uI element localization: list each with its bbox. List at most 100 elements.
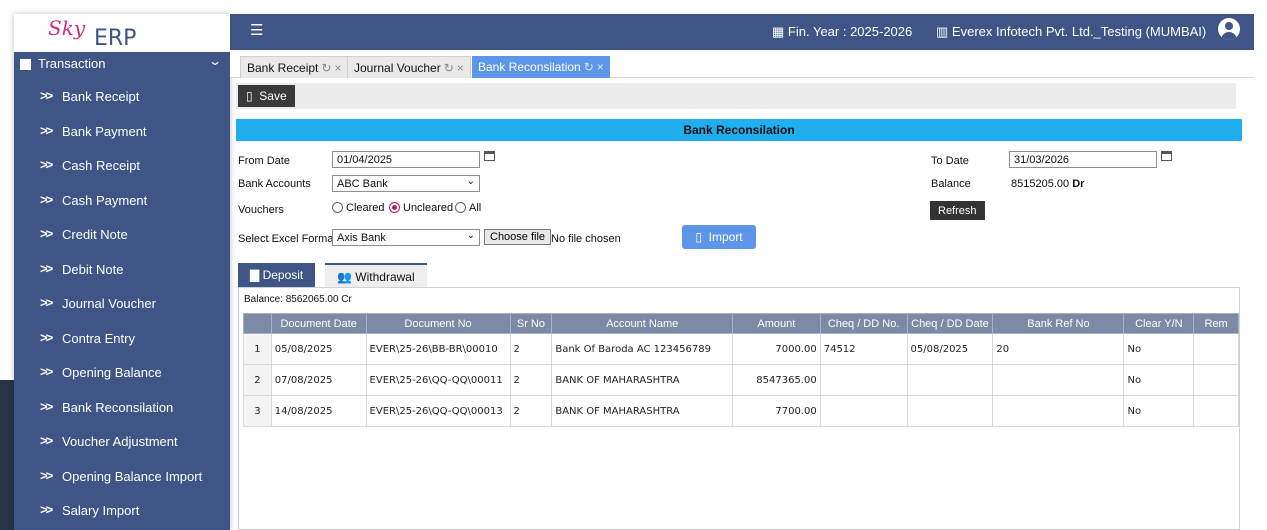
tab-strip: Bank Receipt ↻ × Journal Voucher ↻ × Bank Re… [230, 50, 1254, 78]
user-avatar-icon[interactable] [1218, 18, 1240, 40]
sidebar-item-label: Bank Payment [62, 123, 147, 139]
close-icon[interactable]: × [597, 60, 604, 74]
cell-cheq-date[interactable] [906, 364, 994, 396]
cell-account[interactable]: Bank Of Baroda AC 123456789 [551, 333, 733, 365]
excel-format-select[interactable]: Axis Bank ⌄ [332, 229, 480, 246]
sidebar-item-cash-receipt[interactable]: >> Cash Receipt [14, 153, 230, 179]
cell-amount[interactable]: 8547365.00 [732, 364, 821, 396]
cell-doc-no[interactable]: EVER\25-26\BB-BR\00010 [365, 333, 511, 365]
cell-cheq-no[interactable] [819, 364, 908, 396]
cell-idx[interactable]: 1 [243, 333, 272, 365]
cell-doc-date[interactable]: 07/08/2025 [270, 364, 367, 396]
cell-account[interactable]: BANK OF MAHARASHTRA [551, 395, 733, 427]
column-header[interactable]: Amount [732, 313, 821, 334]
column-header[interactable]: Document Date [270, 313, 367, 334]
cell-idx[interactable]: 2 [243, 364, 272, 396]
radio-all[interactable] [455, 202, 466, 213]
cell-doc-no[interactable]: EVER\25-26\QQ-QQ\00011 [365, 364, 511, 396]
refresh-icon[interactable]: ↻ [444, 61, 454, 75]
company[interactable]: ▥ Everex Infotech Pvt. Ltd._Testing (MUM… [936, 24, 1206, 40]
cell-amount[interactable]: 7000.00 [732, 333, 821, 365]
cell-bank-ref[interactable] [992, 364, 1125, 396]
sidebar-section-transaction[interactable]: Transaction ⌄ [14, 52, 230, 72]
tab-bank-reconsilation[interactable]: Bank Reconsilation ↻ × [472, 56, 610, 78]
sidebar-item-voucher-adjustment[interactable]: >> Voucher Adjustment [14, 429, 230, 455]
cell-cheq-no[interactable] [819, 395, 908, 427]
cell-sr-no[interactable]: 2 [509, 364, 553, 396]
column-header[interactable]: Rem [1193, 313, 1239, 334]
cell-cheq-no[interactable]: 74512 [819, 333, 908, 365]
cell-rem[interactable] [1193, 395, 1239, 427]
sidebar-item-debit-note[interactable]: >> Debit Note [14, 257, 230, 283]
sidebar-item-opening-balance-import[interactable]: >> Opening Balance Import [14, 464, 230, 490]
column-header[interactable]: Document No [365, 313, 511, 334]
calendar-icon[interactable] [484, 151, 495, 161]
to-date-input[interactable]: 31/03/2026 [1009, 151, 1157, 168]
cell-sr-no[interactable]: 2 [509, 395, 553, 427]
column-header[interactable]: Cheq / DD Date [906, 313, 994, 334]
radio-cleared[interactable] [332, 202, 343, 213]
sidebar-item-salary-import[interactable]: >> Salary Import [14, 498, 230, 524]
choose-file-button[interactable]: Choose file [484, 229, 552, 245]
table-row[interactable]: 3 14/08/2025 EVER\25-26\QQ-QQ\00013 2 BANK O… [243, 395, 1239, 427]
cell-clear[interactable]: No [1123, 333, 1195, 365]
cell-clear[interactable]: No [1123, 395, 1195, 427]
tab-bank-receipt[interactable]: Bank Receipt ↻ × [240, 56, 349, 78]
cell-bank-ref[interactable] [992, 395, 1125, 427]
sidebar-item-contra-entry[interactable]: >> Contra Entry [14, 326, 230, 352]
sidebar-item-label: Cash Payment [62, 192, 148, 208]
from-date-input[interactable]: 01/04/2025 [332, 151, 480, 168]
sidebar-item-bank-receipt[interactable]: >> Bank Receipt [14, 84, 230, 110]
tab-deposit[interactable]: ▇ Deposit [238, 263, 316, 287]
column-header[interactable]: Account Name [551, 313, 733, 334]
bank-accounts-select[interactable]: ABC Bank ⌄ [332, 175, 480, 192]
sidebar-item-cash-payment[interactable]: >> Cash Payment [14, 188, 230, 214]
cell-cheq-date[interactable] [906, 395, 994, 427]
double-chevron-right-icon: >> [40, 157, 53, 172]
app-logo[interactable]: Sky ERP [14, 14, 230, 52]
table-row[interactable]: 1 05/08/2025 EVER\25-26\BB-BR\00010 2 Bank O… [243, 333, 1239, 365]
radio-uncleared[interactable] [389, 202, 400, 213]
building-icon: ▥ [936, 24, 949, 39]
tab-withdrawal[interactable]: 👥 Withdrawal [325, 263, 427, 287]
save-icon: ▯ [246, 89, 253, 103]
sidebar-item-bank-payment[interactable]: >> Bank Payment [14, 119, 230, 145]
cell-rem[interactable] [1193, 364, 1239, 396]
fin-year[interactable]: ▦ Fin. Year : 2025-2026 [772, 24, 912, 40]
sidebar-item-bank-reconsilation[interactable]: >> Bank Reconsilation [14, 395, 230, 421]
calendar-icon[interactable] [1161, 151, 1172, 161]
hamburger-menu-icon[interactable]: ☰ [250, 21, 263, 39]
cell-account[interactable]: BANK OF MAHARASHTRA [551, 364, 733, 396]
cell-sr-no[interactable]: 2 [509, 333, 553, 365]
cell-idx[interactable]: 3 [243, 395, 272, 427]
table-row[interactable]: 2 07/08/2025 EVER\25-26\QQ-QQ\00011 2 BANK O… [243, 364, 1239, 396]
refresh-button[interactable]: Refresh [930, 201, 985, 220]
column-header[interactable]: Bank Ref No [992, 313, 1125, 334]
cell-rem[interactable] [1193, 333, 1239, 365]
column-header[interactable]: Cheq / DD No. [819, 313, 908, 334]
column-header[interactable] [243, 313, 272, 334]
cell-doc-date[interactable]: 05/08/2025 [270, 333, 367, 365]
sidebar-item-opening-balance[interactable]: >> Opening Balance [14, 360, 230, 386]
cell-clear[interactable]: No [1123, 364, 1195, 396]
sidebar-item-journal-voucher[interactable]: >> Journal Voucher [14, 291, 230, 317]
cell-doc-no[interactable]: EVER\25-26\QQ-QQ\00013 [365, 395, 511, 427]
close-icon[interactable]: × [334, 61, 341, 75]
cell-cheq-date[interactable]: 05/08/2025 [906, 333, 994, 365]
calendar-icon: ▦ [772, 24, 785, 39]
column-header[interactable]: Sr No [509, 313, 553, 334]
tab-deposit-label: Deposit [262, 268, 304, 282]
tab-journal-voucher[interactable]: Journal Voucher ↻ × [347, 56, 471, 78]
refresh-icon[interactable]: ↻ [321, 61, 331, 75]
import-button[interactable]: ▯ Import [682, 225, 756, 249]
logo-text: ERP [94, 26, 137, 51]
column-header[interactable]: Clear Y/N [1123, 313, 1195, 334]
refresh-icon[interactable]: ↻ [584, 60, 594, 74]
cell-amount[interactable]: 7700.00 [732, 395, 821, 427]
cell-doc-date[interactable]: 14/08/2025 [270, 395, 367, 427]
file-icon: ▇ [250, 268, 260, 282]
close-icon[interactable]: × [457, 61, 464, 75]
save-button[interactable]: ▯ Save [238, 85, 295, 107]
cell-bank-ref[interactable]: 20 [992, 333, 1125, 365]
sidebar-item-credit-note[interactable]: >> Credit Note [14, 222, 230, 248]
